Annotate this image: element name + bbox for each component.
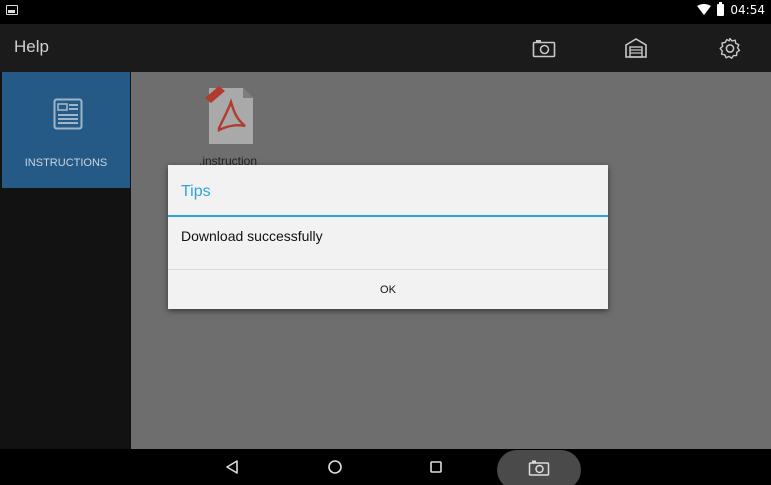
- pdf-file-icon: [205, 86, 253, 144]
- app-bar: Help: [0, 24, 771, 72]
- dialog-title-divider: [168, 215, 608, 217]
- sidebar-item-label: INSTRUCTIONS: [24, 157, 108, 169]
- status-right: 04:54: [697, 2, 765, 17]
- screenshot-camera-icon: [528, 460, 550, 476]
- sidebar: INSTRUCTIONS: [0, 72, 131, 449]
- home-button[interactable]: [323, 455, 347, 479]
- settings-gear-icon: [719, 37, 741, 59]
- status-time: 04:54: [730, 3, 765, 17]
- dialog-message: Download successfully: [181, 228, 323, 244]
- ok-button[interactable]: OK: [168, 270, 608, 309]
- screenshot-button[interactable]: [497, 450, 581, 485]
- back-icon: [226, 460, 238, 474]
- tips-dialog: Tips Download successfully OK: [168, 165, 608, 309]
- wifi-icon: [697, 4, 712, 15]
- camera-icon: [532, 40, 556, 58]
- battery-icon: [717, 2, 725, 16]
- status-bar: 04:54: [0, 0, 771, 24]
- tablet-screen: 04:54 Help INSTRUCTIONS .instruction Tip…: [0, 0, 771, 485]
- navigation-bar: [0, 449, 771, 485]
- document-icon: [53, 98, 83, 130]
- garage-button[interactable]: [623, 36, 649, 60]
- settings-button[interactable]: [717, 36, 743, 60]
- recents-icon: [430, 461, 442, 473]
- screenshot-notification-icon: [6, 5, 18, 15]
- camera-button[interactable]: [531, 36, 557, 60]
- sidebar-item-instructions[interactable]: INSTRUCTIONS: [2, 72, 130, 188]
- back-button[interactable]: [220, 455, 244, 479]
- garage-icon: [625, 38, 647, 58]
- recents-button[interactable]: [424, 455, 448, 479]
- dialog-title: Tips: [181, 183, 211, 200]
- file-item[interactable]: .instruction: [193, 86, 263, 168]
- home-icon: [328, 460, 342, 474]
- page-title: Help: [14, 37, 49, 56]
